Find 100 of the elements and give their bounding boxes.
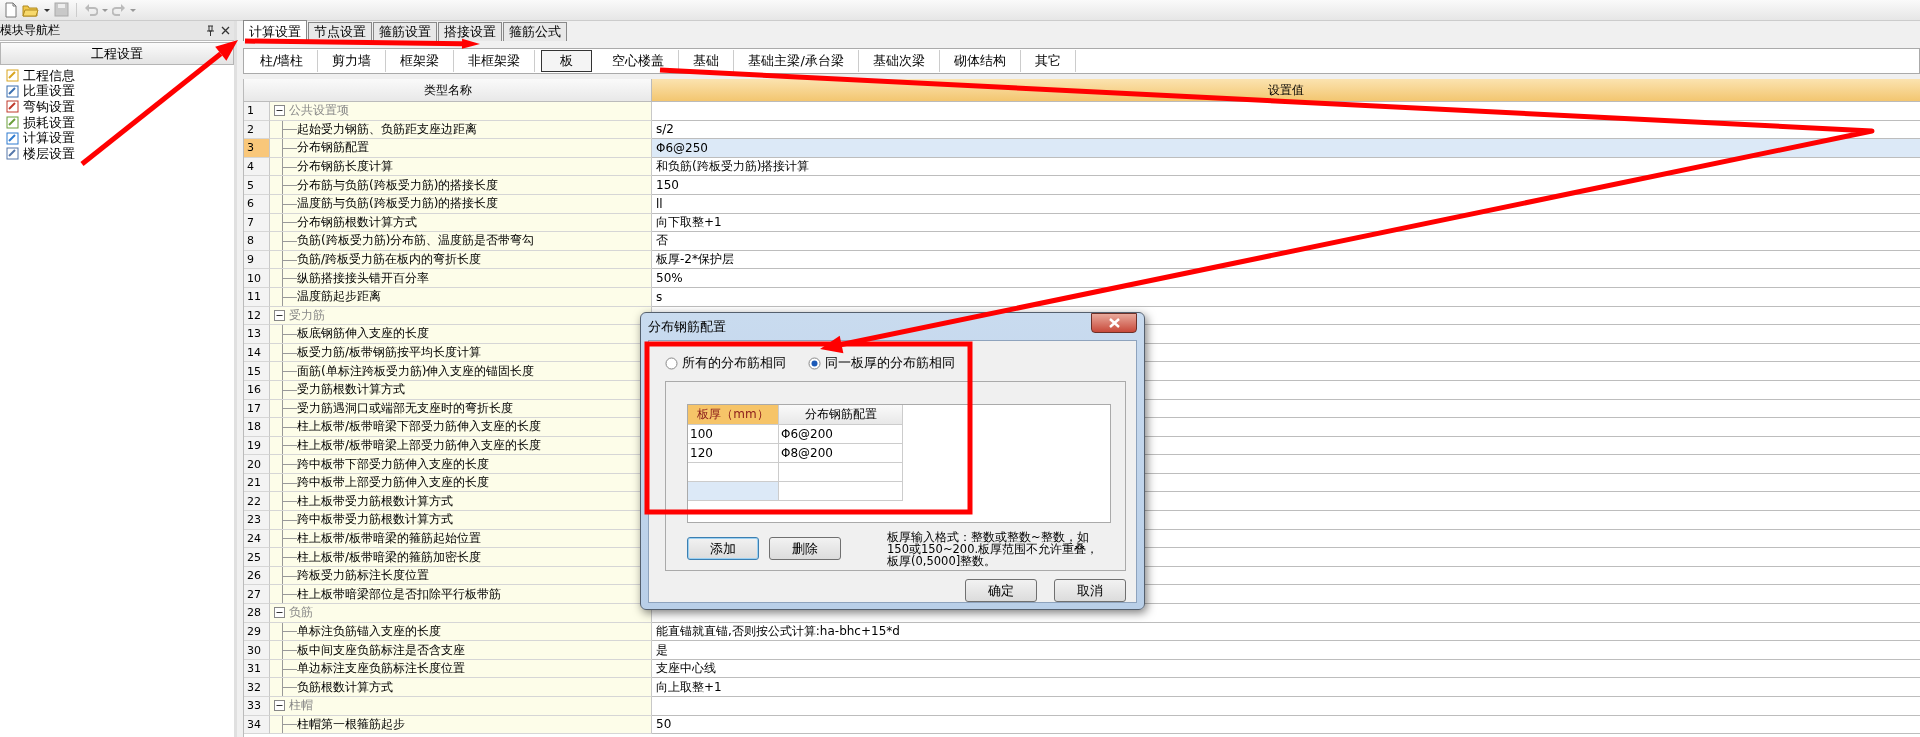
subtab[interactable]: 其它 (1020, 50, 1076, 72)
setting-name: 起始受力钢筋、负筋距支座边距离 (297, 120, 477, 138)
nav-item[interactable]: 弯钩设置 (0, 99, 75, 115)
collapse-icon[interactable] (274, 607, 285, 619)
nav-item[interactable]: 损耗设置 (0, 114, 75, 131)
nav-item[interactable]: 楼层设置 (0, 145, 75, 162)
setting-name: 受力筋遇洞口或端部无支座时的弯折长度 (297, 399, 513, 417)
radio-label[interactable]: 所有的分布筋相同 (682, 354, 786, 372)
row-number: 27 (244, 585, 270, 605)
column-header: 类型名称 (244, 79, 652, 102)
redo-icon[interactable] (112, 2, 126, 18)
subtab[interactable]: 框架梁 (386, 50, 455, 72)
row-number: 25 (244, 548, 270, 567)
tree-connector (282, 641, 297, 659)
undo-icon[interactable] (84, 2, 98, 18)
grid-cell[interactable] (688, 482, 779, 501)
subtab[interactable]: 基础主梁/承台梁 (734, 50, 859, 72)
radio-button[interactable] (665, 356, 678, 370)
tree-connector (282, 380, 297, 399)
tab[interactable]: 箍筋公式 (503, 22, 567, 41)
section-header[interactable]: 工程设置 (0, 42, 234, 65)
subtab[interactable]: 基础 (679, 50, 735, 72)
document-icon (6, 147, 20, 161)
panel-title: 模块导航栏 (0, 22, 61, 39)
setting-name: 分布钢筋根数计算方式 (297, 213, 417, 231)
collapse-icon[interactable] (274, 700, 285, 712)
setting-name: 柱上板带暗梁部位是否扣除平行板带筋 (297, 585, 501, 603)
new-file-icon[interactable] (4, 2, 18, 18)
close-icon (1108, 318, 1120, 328)
tree-connector (282, 157, 297, 176)
grid-cell[interactable] (779, 463, 903, 482)
subtab[interactable]: 剪力墙 (318, 50, 387, 72)
setting-name: 分布钢筋配置 (297, 139, 369, 157)
collapse-icon[interactable] (274, 309, 285, 321)
subtab[interactable]: 空心楼盖 (598, 50, 680, 72)
pin-icon[interactable] (206, 25, 215, 36)
tree-connector (282, 492, 297, 511)
tree-connector (282, 269, 297, 287)
radio-label[interactable]: 同一板厚的分布筋相同 (825, 354, 955, 372)
subtab[interactable]: 柱/墙柱 (246, 50, 319, 72)
tree-connector (282, 585, 297, 604)
setting-name: 柱上板带/板带暗梁下部受力筋伸入支座的长度 (297, 418, 542, 436)
row-number: 18 (244, 418, 270, 437)
cancel-button[interactable]: 取消 (1054, 579, 1126, 602)
group-label: 柱帽 (289, 697, 313, 715)
setting-name: 柱上板带受力筋根数计算方式 (297, 492, 453, 510)
tree-connector (282, 511, 297, 529)
tab[interactable]: 箍筋设置 (373, 22, 437, 41)
tree-connector (282, 399, 297, 418)
radio-button[interactable] (808, 356, 821, 370)
grid-cell[interactable]: Φ8@200 (779, 444, 903, 463)
setting-name: 柱上板带/板带暗梁上部受力筋伸入支座的长度 (297, 437, 542, 454)
grid-cell[interactable]: Φ6@200 (779, 425, 903, 444)
dialog-title: 分布钢筋配置 (648, 317, 726, 336)
row-number: 30 (244, 641, 270, 660)
row-number: 10 (244, 269, 270, 288)
nav-item[interactable]: 计算设置 (0, 130, 75, 146)
grid-cell[interactable]: 120 (688, 444, 779, 463)
column-header: 设置值 (652, 79, 1920, 102)
setting-name: 温度筋与负筋(跨板受力筋)的搭接长度 (297, 195, 499, 213)
subtab[interactable]: 砌体结构 (939, 50, 1021, 72)
nav-item[interactable]: 工程信息 (0, 68, 75, 84)
nav-item[interactable]: 比重设置 (0, 83, 75, 100)
setting-value: 50% (656, 271, 683, 286)
row-number: 8 (244, 232, 270, 251)
ok-button[interactable]: 确定 (965, 579, 1037, 602)
setting-name: 跨中板带上部受力筋伸入支座的长度 (297, 474, 489, 492)
subtab[interactable]: 板 (541, 50, 593, 72)
tab[interactable]: 计算设置 (243, 20, 307, 41)
row-number: 32 (244, 678, 270, 697)
close-icon[interactable] (221, 26, 230, 35)
add-button[interactable]: 添加 (687, 537, 759, 560)
tree-connector (282, 232, 297, 250)
setting-value: 板厚-2*保护层 (656, 251, 734, 269)
row-number: 23 (244, 511, 270, 530)
grid-cell[interactable] (779, 482, 903, 501)
grid-cell[interactable]: 100 (688, 425, 779, 444)
setting-value: 50 (656, 717, 672, 732)
setting-value: 否 (656, 232, 668, 250)
setting-name: 跨板受力筋标注长度位置 (297, 567, 429, 585)
setting-name: 负筋(跨板受力筋)分布筋、温度筋是否带弯勾 (297, 232, 535, 250)
document-icon (6, 131, 20, 145)
collapse-icon[interactable] (274, 105, 285, 117)
tab[interactable]: 搭接设置 (438, 22, 502, 41)
group-label: 公共设置项 (289, 102, 349, 120)
group-label: 负筋 (289, 604, 313, 622)
close-button[interactable] (1091, 313, 1137, 333)
row-number: 28 (244, 604, 270, 623)
setting-name: 柱帽第一根箍筋起步 (297, 715, 405, 733)
delete-button[interactable]: 删除 (769, 537, 841, 560)
row-number: 1 (244, 102, 270, 121)
subtab[interactable]: 非框架梁 (454, 50, 536, 72)
setting-name: 负筋根数计算方式 (297, 678, 393, 696)
setting-name: 柱上板带/板带暗梁的箍筋加密长度 (297, 548, 482, 566)
setting-value: 150 (656, 178, 679, 193)
subtab[interactable]: 基础次梁 (858, 50, 940, 72)
row-number: 13 (244, 325, 270, 344)
document-icon (6, 84, 20, 98)
tree-connector (282, 455, 297, 473)
row-number: 15 (244, 362, 270, 381)
